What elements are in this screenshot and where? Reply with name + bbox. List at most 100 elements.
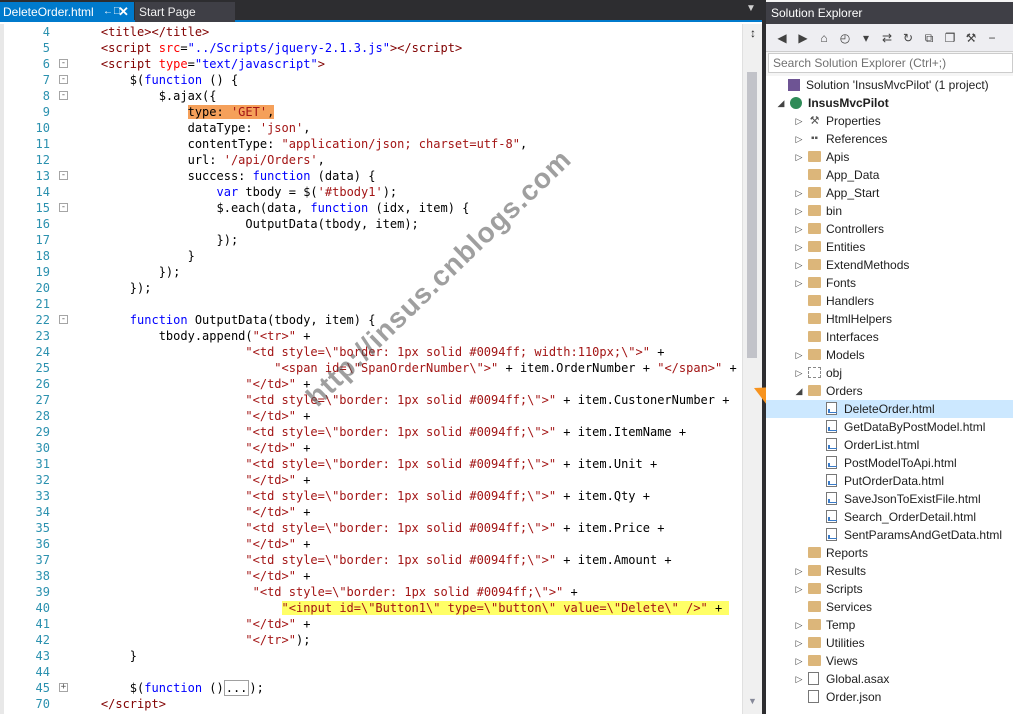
tree-node[interactable]: Order.json	[766, 688, 1013, 706]
tree-node[interactable]: ▷ Utilities	[766, 634, 1013, 652]
vertical-scrollbar[interactable]: ↕ ▼	[742, 24, 762, 714]
code-text[interactable]: <script type="text/javascript">	[72, 56, 325, 72]
tree-node[interactable]: ▷ obj	[766, 364, 1013, 382]
tree-node[interactable]: Services	[766, 598, 1013, 616]
expand-icon[interactable]: ▷	[794, 634, 804, 652]
tree-node[interactable]: ◢ Orders	[766, 382, 1013, 400]
back-icon[interactable]: ◀	[774, 30, 790, 46]
code-text[interactable]: "</td>" +	[72, 536, 310, 552]
tree-node[interactable]: DeleteOrder.html	[766, 400, 1013, 418]
code-line[interactable]: 9 type: 'GET',	[0, 104, 742, 120]
code-line[interactable]: 26 "</td>" +	[0, 376, 742, 392]
tree-node[interactable]: ▷ ⚒ Properties	[766, 112, 1013, 130]
code-text[interactable]: "<td style=\"border: 1px solid #0094ff;\…	[72, 488, 650, 504]
code-line[interactable]: 17 });	[0, 232, 742, 248]
code-line[interactable]: 31 "<td style=\"border: 1px solid #0094f…	[0, 456, 742, 472]
code-line[interactable]: 40 "<input id=\"Button1\" type=\"button\…	[0, 600, 742, 616]
code-line[interactable]: 14 var tbody = $('#tbody1');	[0, 184, 742, 200]
code-text[interactable]: });	[72, 280, 152, 296]
expand-icon[interactable]: ▷	[794, 580, 804, 598]
code-lines[interactable]: 4 <title></title> 5 <script src="../Scrip…	[0, 24, 742, 714]
expand-icon[interactable]: ▷	[794, 256, 804, 274]
tree-node[interactable]: PostModelToApi.html	[766, 454, 1013, 472]
tree-node[interactable]: ◢ InsusMvcPilot	[766, 94, 1013, 112]
expand-icon[interactable]: ▷	[794, 346, 804, 364]
tab-start-page[interactable]: Start Page	[135, 2, 235, 22]
solution-search-input[interactable]: Search Solution Explorer (Ctrl+;)	[768, 53, 1013, 73]
close-icon[interactable]: ✕	[118, 2, 129, 22]
tab-deleteorder[interactable]: DeleteOrder.html ←⃥ ✕	[0, 2, 134, 22]
collapse-outline-icon[interactable]: -	[59, 315, 68, 324]
code-text[interactable]: "<td style=\"border: 1px solid #0094ff;\…	[72, 392, 729, 408]
properties-icon[interactable]: ⚒	[963, 30, 979, 46]
code-line[interactable]: 29 "<td style=\"border: 1px solid #0094f…	[0, 424, 742, 440]
split-icon[interactable]: ↕	[746, 26, 760, 40]
tree-node[interactable]: App_Data	[766, 166, 1013, 184]
expand-icon[interactable]: ▷	[794, 616, 804, 634]
tree-node[interactable]: OrderList.html	[766, 436, 1013, 454]
collapse-outline-icon[interactable]: -	[59, 75, 68, 84]
code-line[interactable]: 24 "<td style=\"border: 1px solid #0094f…	[0, 344, 742, 360]
code-text[interactable]: </script>	[72, 696, 166, 712]
code-text[interactable]: "</td>" +	[72, 440, 310, 456]
tree-node[interactable]: ▷ Global.asax	[766, 670, 1013, 688]
tree-node[interactable]: SaveJsonToExistFile.html	[766, 490, 1013, 508]
tree-node[interactable]: ▷ App_Start	[766, 184, 1013, 202]
code-line[interactable]: 5 <script src="../Scripts/jquery-2.1.3.j…	[0, 40, 742, 56]
expand-icon[interactable]: ▷	[794, 202, 804, 220]
refresh-icon[interactable]: ↻	[900, 30, 916, 46]
tree-node[interactable]: ▷ ExtendMethods	[766, 256, 1013, 274]
show-all-files-icon[interactable]: ❐	[942, 30, 958, 46]
code-line[interactable]: 18 }	[0, 248, 742, 264]
code-line[interactable]: 13- success: function (data) {	[0, 168, 742, 184]
code-text[interactable]: url: '/api/Orders',	[72, 152, 325, 168]
tree-node[interactable]: ▷ Fonts	[766, 274, 1013, 292]
tree-node[interactable]: ▷ bin	[766, 202, 1013, 220]
code-line[interactable]: 4 <title></title>	[0, 24, 742, 40]
code-line[interactable]: 36 "</td>" +	[0, 536, 742, 552]
code-text[interactable]: dataType: 'json',	[72, 120, 311, 136]
code-line[interactable]: 6- <script type="text/javascript">	[0, 56, 742, 72]
collapse-all-icon[interactable]: ⧉	[921, 30, 937, 46]
code-text[interactable]: success: function (data) {	[72, 168, 376, 184]
tree-node[interactable]: SentParamsAndGetData.html	[766, 526, 1013, 544]
code-text[interactable]: "</tr>");	[72, 632, 310, 648]
scroll-down-icon[interactable]: ▼	[748, 696, 757, 706]
code-text[interactable]: "<td style=\"border: 1px solid #0094ff;\…	[72, 456, 657, 472]
tree-node[interactable]: ▷ Models	[766, 346, 1013, 364]
tree-node[interactable]: HtmlHelpers	[766, 310, 1013, 328]
code-line[interactable]: 11 contentType: "application/json; chars…	[0, 136, 742, 152]
code-line[interactable]: 70 </script>	[0, 696, 742, 712]
tree-node[interactable]: ▷ Views	[766, 652, 1013, 670]
tree-node[interactable]: Handlers	[766, 292, 1013, 310]
code-text[interactable]: });	[72, 232, 238, 248]
code-text[interactable]: type: 'GET',	[72, 104, 275, 120]
code-line[interactable]: 7- $(function () {	[0, 72, 742, 88]
code-line[interactable]: 45 + $(function ()...);	[0, 680, 742, 696]
expand-icon[interactable]: ▷	[794, 112, 804, 130]
tree-node[interactable]: ▷ Controllers	[766, 220, 1013, 238]
tree-node[interactable]: ▷ ▪▪ References	[766, 130, 1013, 148]
code-text[interactable]: "</td>" +	[72, 616, 310, 632]
code-line[interactable]: 38 "</td>" +	[0, 568, 742, 584]
code-line[interactable]: 44	[0, 664, 742, 680]
tree-node[interactable]: PutOrderData.html	[766, 472, 1013, 490]
code-line[interactable]: 23 tbody.append("<tr>" +	[0, 328, 742, 344]
tree-node[interactable]: Reports	[766, 544, 1013, 562]
history-icon[interactable]: ◴	[837, 30, 853, 46]
scroll-thumb[interactable]	[747, 72, 757, 358]
code-text[interactable]: $(function () {	[72, 72, 238, 88]
code-text[interactable]: "<td style=\"border: 1px solid #0094ff;\…	[72, 584, 578, 600]
expand-icon[interactable]: ▷	[794, 148, 804, 166]
tree-node[interactable]: ▷ Results	[766, 562, 1013, 580]
expand-icon[interactable]: ▷	[794, 562, 804, 580]
code-text[interactable]: "<input id=\"Button1\" type=\"button\" v…	[72, 600, 730, 616]
collapse-outline-icon[interactable]: -	[59, 171, 68, 180]
expand-icon[interactable]: ▷	[794, 364, 804, 382]
code-text[interactable]: });	[72, 264, 181, 280]
code-line[interactable]: 39 "<td style=\"border: 1px solid #0094f…	[0, 584, 742, 600]
code-line[interactable]: 15- $.each(data, function (idx, item) {	[0, 200, 742, 216]
collapse-icon[interactable]: ◢	[776, 94, 786, 112]
code-line[interactable]: 8- $.ajax({	[0, 88, 742, 104]
code-text[interactable]: $(function ()...);	[72, 680, 264, 696]
